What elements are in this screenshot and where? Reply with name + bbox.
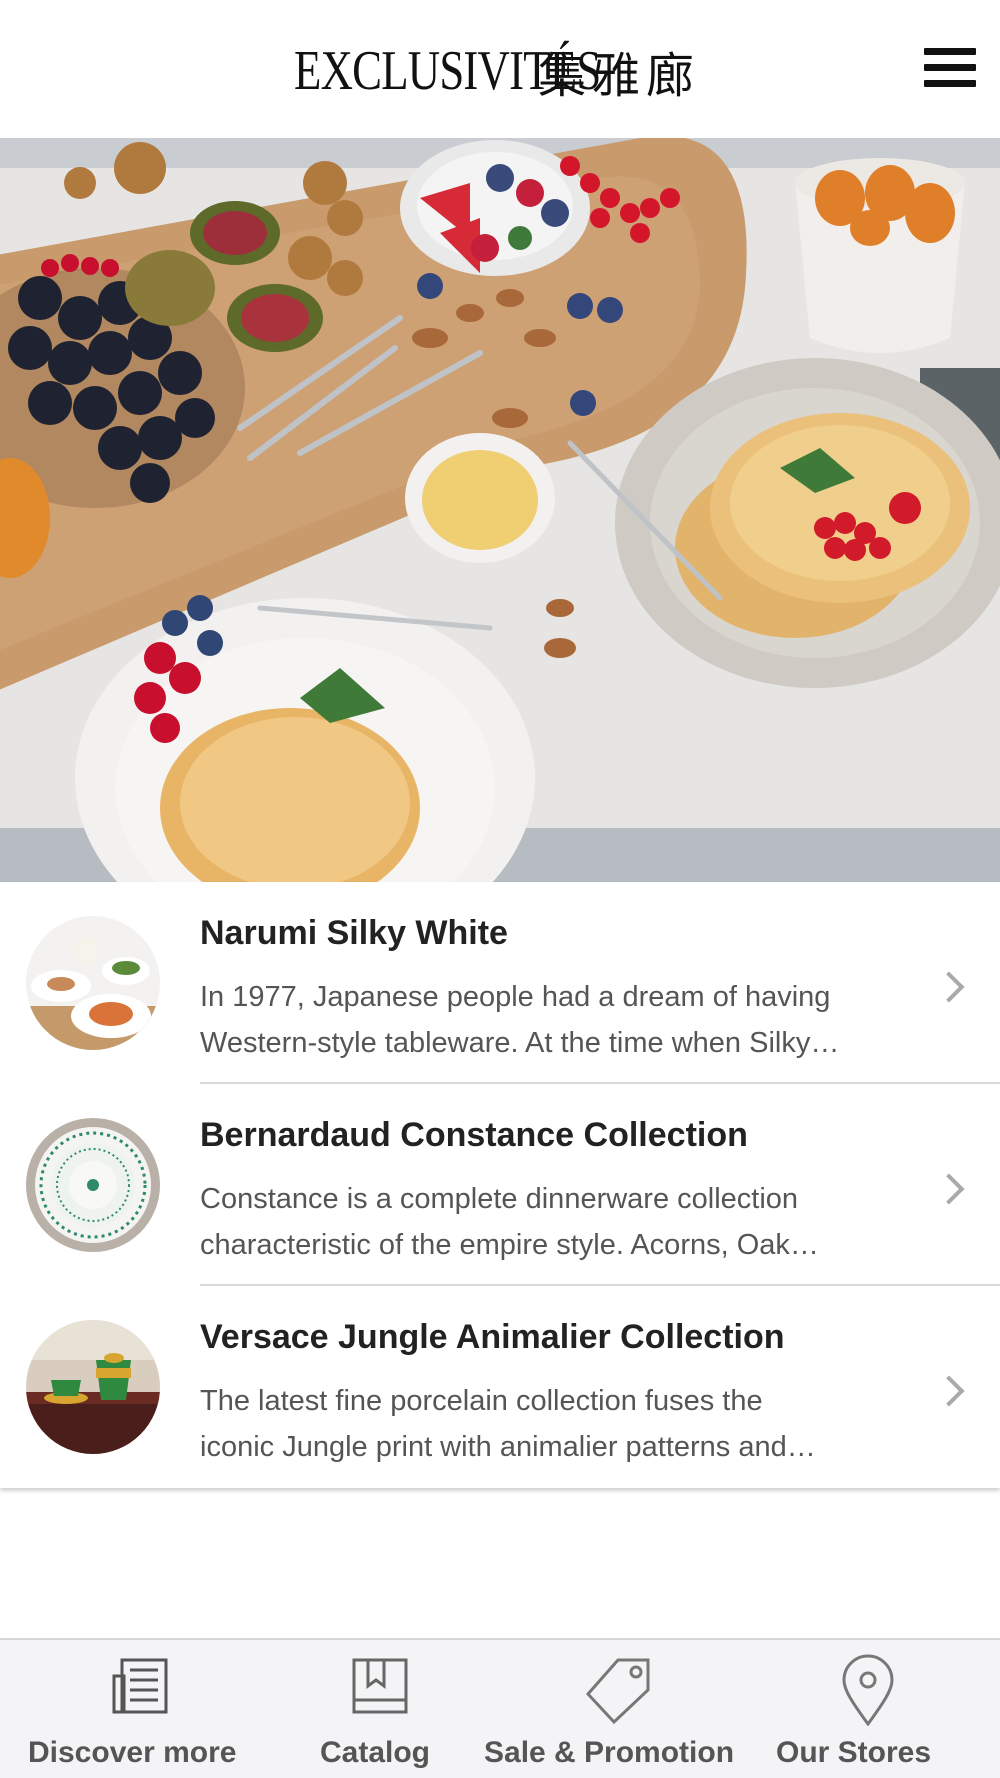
tab-label: Our Stores [776, 1736, 932, 1769]
collection-item-narumi[interactable]: Narumi Silky White In 1977, Japanese peo… [0, 882, 1000, 1084]
collection-title: Bernardaud Constance Collection [200, 1116, 748, 1154]
chevron-right-icon [933, 1375, 965, 1407]
hamburger-menu-icon[interactable] [916, 44, 976, 96]
collection-title: Versace Jungle Animalier Collection [200, 1318, 785, 1356]
collection-item-versace[interactable]: Versace Jungle Animalier Collection The … [0, 1286, 1000, 1488]
tab-catalog[interactable]: Catalog [260, 1640, 500, 1778]
tab-label: Sale & Promotion [484, 1736, 735, 1769]
collection-thumbnail [26, 1118, 160, 1252]
chevron-right-icon [933, 971, 965, 1003]
collection-description-line: In 1977, Japanese people had a dream of … [200, 981, 831, 1013]
collection-thumbnail [26, 916, 160, 1050]
newspaper-icon [108, 1654, 180, 1726]
top-header: EXCLUSIVITÉS 集雅廊 [0, 0, 1000, 138]
collection-description-line: The latest fine porcelain collection fus… [200, 1385, 763, 1417]
app-root: EXCLUSIVITÉS 集雅廊 Narumi Silky White In 1… [0, 0, 1000, 1778]
tab-discover-more[interactable]: Discover more [0, 1640, 260, 1778]
thumbnail-image [26, 1118, 160, 1252]
chevron-right-icon [933, 1173, 965, 1205]
collections-list: Narumi Silky White In 1977, Japanese peo… [0, 882, 1000, 1488]
brand-logo[interactable]: EXCLUSIVITÉS 集雅廊 [294, 36, 700, 106]
collection-title: Narumi Silky White [200, 914, 508, 952]
tab-our-stores[interactable]: Our Stores [760, 1640, 1000, 1778]
thumbnail-image [26, 916, 160, 1050]
collection-thumbnail [26, 1320, 160, 1454]
price-tag-icon [584, 1654, 656, 1726]
menu-bar [924, 48, 976, 55]
collection-description-line: Constance is a complete dinnerware colle… [200, 1183, 799, 1215]
collection-description-line: characteristic of the empire style. Acor… [200, 1229, 819, 1261]
collection-item-bernardaud[interactable]: Bernardaud Constance Collection Constanc… [0, 1084, 1000, 1286]
tab-label: Discover more [28, 1736, 237, 1769]
book-icon [346, 1654, 418, 1726]
menu-bar [924, 80, 976, 87]
collection-description-line: Western-style tableware. At the time whe… [200, 1027, 840, 1059]
menu-bar [924, 64, 976, 71]
tab-sale-promotion[interactable]: Sale & Promotion [480, 1640, 760, 1778]
collection-description-line: iconic Jungle print with animalier patte… [200, 1431, 816, 1463]
location-pin-icon [832, 1654, 904, 1727]
collection-description: In 1977, Japanese people had a dream of … [200, 974, 910, 1066]
hero-illustration [0, 138, 1000, 882]
tab-label: Catalog [320, 1736, 431, 1769]
brand-logo-latin: EXCLUSIVITÉS [294, 40, 601, 102]
hero-banner-image[interactable] [0, 138, 1000, 882]
collection-description: Constance is a complete dinnerware colle… [200, 1176, 910, 1268]
thumbnail-image [26, 1320, 160, 1454]
collection-description: The latest fine porcelain collection fus… [200, 1378, 910, 1470]
bottom-tab-bar: Discover more Catalog Sale & Promotion O… [0, 1638, 1000, 1778]
